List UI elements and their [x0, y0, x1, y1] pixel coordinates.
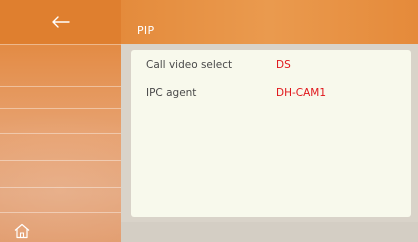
setting-row-call-video-select[interactable]: Call video select DS — [146, 59, 396, 75]
setting-row-ipc-agent[interactable]: IPC agent DH-CAM1 — [146, 87, 396, 103]
home-icon — [13, 223, 31, 242]
header-bar: PIP — [121, 0, 418, 44]
back-arrow-icon — [51, 13, 70, 32]
home-button[interactable] — [13, 222, 31, 240]
setting-label: IPC agent — [146, 87, 197, 99]
sidebar-divider — [0, 187, 121, 188]
setting-value[interactable]: DH-CAM1 — [276, 87, 326, 99]
settings-panel: Call video select DS IPC agent DH-CAM1 — [131, 50, 411, 217]
sidebar-divider — [0, 160, 121, 161]
page-title: PIP — [137, 24, 155, 37]
sidebar-divider — [0, 212, 121, 213]
sidebar-divider — [0, 133, 121, 134]
sidebar — [0, 0, 121, 242]
sidebar-divider — [0, 108, 121, 109]
back-button[interactable] — [0, 0, 121, 44]
footer-strip — [121, 222, 418, 242]
setting-value[interactable]: DS — [276, 59, 291, 71]
setting-label: Call video select — [146, 59, 233, 71]
sidebar-divider — [0, 86, 121, 87]
